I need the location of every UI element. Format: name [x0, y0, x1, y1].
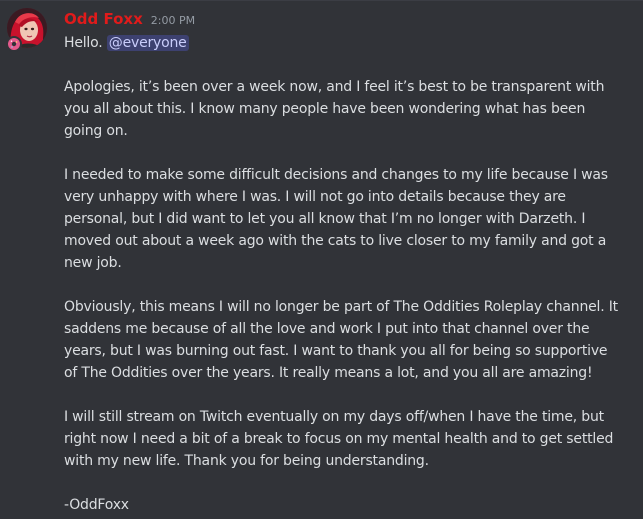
message-header: Odd Foxx 2:00 PM — [64, 9, 195, 29]
donut-badge-icon — [6, 36, 22, 52]
everyone-mention[interactable]: @everyone — [106, 35, 189, 51]
message-content: Hello. @everyone Apologies, it’s been ov… — [64, 32, 624, 519]
message-paragraph: Apologies, it’s been over a week now, an… — [64, 79, 605, 139]
message-paragraph: I will still stream on Twitch eventually… — [64, 409, 614, 469]
timestamp[interactable]: 2:00 PM — [151, 11, 195, 31]
message-paragraph: Obviously, this means I will no longer b… — [64, 299, 618, 381]
message-paragraph: I needed to make some difficult decision… — [64, 167, 608, 271]
username[interactable]: Odd Foxx — [64, 9, 143, 29]
greeting-line: Hello. @everyone — [64, 32, 624, 54]
greeting-text: Hello. — [64, 35, 103, 51]
avatar-container[interactable] — [6, 8, 47, 52]
chat-message: Odd Foxx 2:00 PM Hello. @everyone Apolog… — [0, 0, 643, 519]
signature: -OddFoxx — [64, 497, 129, 513]
